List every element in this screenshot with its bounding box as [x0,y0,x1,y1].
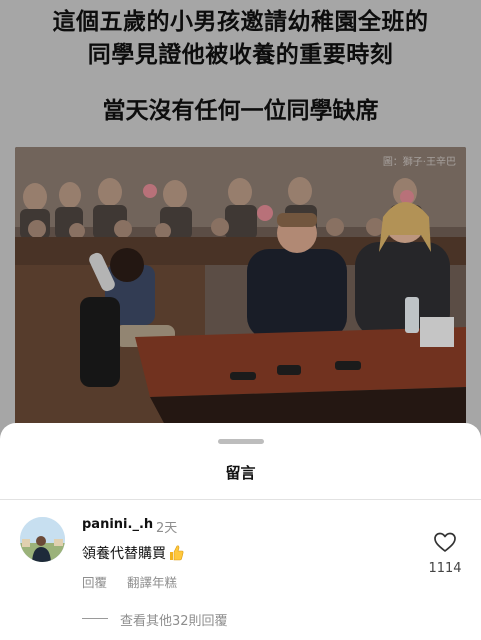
view-more-replies-label[interactable]: 查看其他32則回覆 [120,610,228,629]
post-subheadline: 當天沒有任何一位同學缺席 [102,98,379,124]
like-count: 1114 [428,561,462,576]
thumbs-up-icon [168,544,184,565]
headline-line-2: 同學見證他被收養的重要時刻 [87,42,394,68]
avatar-image [20,517,65,562]
post-headline: 這個五歲的小男孩邀請幼稚園全班的 同學見證他被收養的重要時刻 [0,6,481,72]
avatar[interactable] [20,517,65,562]
reply-button[interactable]: 回覆 [82,575,107,590]
comment-username[interactable]: panini._.h [82,517,153,532]
heart-outline-icon[interactable] [433,531,457,553]
sheet-title: 留言 [225,464,256,482]
comment-time: 2天 [156,521,178,536]
sheet-divider [0,499,481,500]
translate-button[interactable]: 翻譯年糕 [127,575,177,590]
headline-line-1: 這個五歲的小男孩邀請幼稚園全班的 [52,9,429,35]
comments-sheet: 留言 panini._.h 2天 領養代替購買 回覆 翻譯年糕 1114 查看其… [0,423,481,640]
courtroom-photo [15,147,466,425]
replies-line [82,618,108,619]
comment-text: 領養代替購買 [82,543,184,565]
comment-body: 領養代替購買 [82,546,166,562]
photo-watermark: 圖：獅子·王辛巴 [382,157,456,168]
comment-actions: 回覆 翻譯年糕 [82,572,193,591]
comment-item: panini._.h 2天 領養代替購買 回覆 翻譯年糕 1114 [0,511,481,601]
drag-handle[interactable] [218,439,264,444]
post-photo: 圖：獅子·王辛巴 [15,147,466,425]
